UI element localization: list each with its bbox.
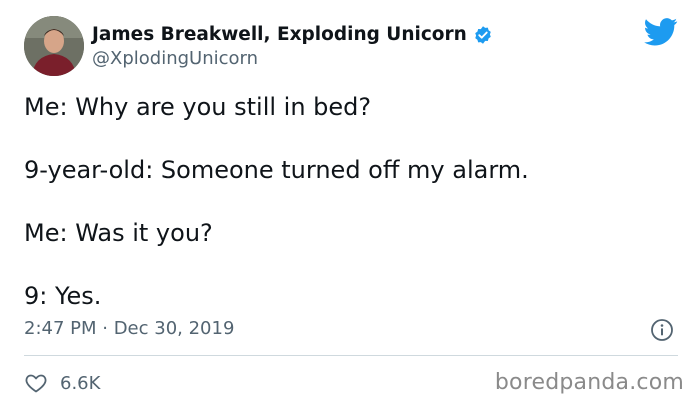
tweet-line: 9: Yes.: [24, 282, 102, 310]
info-icon[interactable]: [650, 318, 674, 342]
tweet-card: James Breakwell, Exploding Unicorn @Xplo…: [0, 0, 700, 410]
avatar-photo: [24, 16, 84, 76]
tweet-line: Me: Was it you?: [24, 219, 213, 247]
watermark: boredpanda.com: [494, 370, 684, 395]
tweet-text: Me: Why are you still in bed? 9-year-old…: [24, 92, 684, 344]
divider: [24, 355, 678, 356]
tweet-timestamp[interactable]: 2:47 PM · Dec 30, 2019: [24, 318, 234, 339]
heart-icon[interactable]: [24, 371, 48, 395]
display-name-row: James Breakwell, Exploding Unicorn: [92, 22, 493, 48]
user-handle[interactable]: @XplodingUnicorn: [92, 50, 493, 68]
like-action[interactable]: 6.6K: [24, 371, 100, 395]
twitter-bird-icon[interactable]: [644, 18, 678, 46]
display-name[interactable]: James Breakwell, Exploding Unicorn: [92, 25, 467, 45]
avatar[interactable]: [24, 16, 84, 76]
verified-badge-icon: [475, 26, 491, 44]
tweet-author: James Breakwell, Exploding Unicorn @Xplo…: [92, 22, 493, 68]
like-count: 6.6K: [60, 372, 101, 394]
tweet-line: 9-year-old: Someone turned off my alarm.: [24, 156, 529, 184]
tweet-line: Me: Why are you still in bed?: [24, 93, 372, 121]
